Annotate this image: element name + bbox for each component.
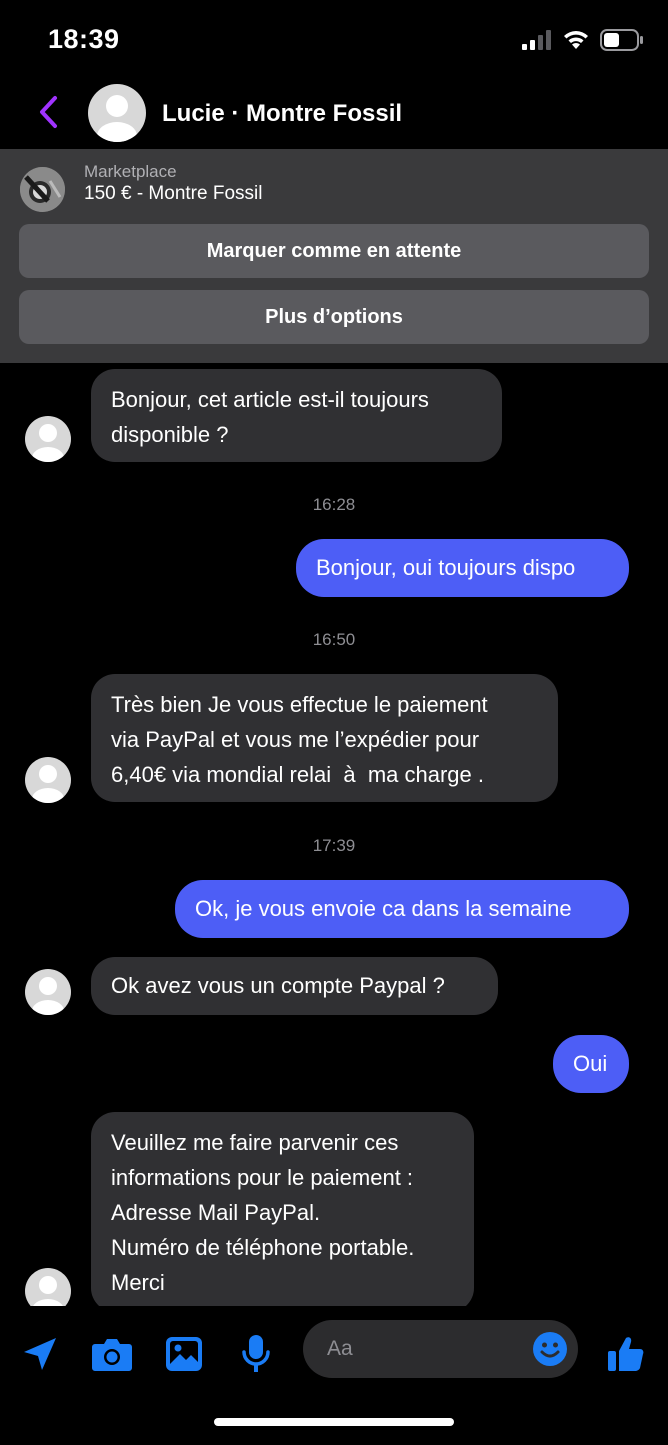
battery-icon (600, 29, 643, 51)
timestamp: 16:28 (312, 495, 356, 514)
home-indicator[interactable] (214, 1418, 454, 1426)
incoming-message[interactable]: Bonjour, cet article est-il toujours dis… (91, 369, 502, 462)
avatar-placeholder-icon (32, 424, 64, 462)
mark-pending-button[interactable]: Marquer comme en attente (19, 224, 649, 278)
conversation-title[interactable]: Lucie · Montre Fossil (162, 100, 402, 128)
status-time: 18:39 (48, 24, 120, 54)
outgoing-message[interactable]: Ok, je vous envoie ca dans la semaine (175, 880, 629, 938)
message-line: Ok avez vous un compte Paypal ? (111, 973, 445, 998)
message-line: Merci (111, 1270, 165, 1295)
gallery-icon (166, 1337, 202, 1371)
chevron-left-icon (40, 96, 57, 128)
like-button[interactable] (602, 1330, 650, 1378)
outgoing-message[interactable]: Oui (553, 1035, 629, 1093)
incoming-message[interactable]: Veuillez me faire parvenir ces informati… (91, 1112, 474, 1306)
avatar-placeholder-icon (33, 1276, 63, 1306)
more-options-button[interactable]: Plus d’options (19, 290, 649, 344)
incoming-message[interactable]: Très bien Je vous effectue le paiement v… (91, 674, 558, 802)
message-line: 6,40€ via mondial relai à ma charge . (111, 762, 484, 787)
incoming-message[interactable]: Ok avez vous un compte Paypal ? (91, 957, 498, 1015)
emoji-icon (533, 1332, 567, 1366)
contact-avatar (25, 1268, 71, 1306)
message-line: Très bien Je vous effectue le paiement (111, 692, 488, 717)
message-line: Oui (573, 1051, 608, 1076)
emoji-button[interactable] (532, 1331, 568, 1367)
contact-avatar (25, 757, 71, 803)
avatar[interactable] (88, 84, 146, 142)
product-thumbnail[interactable] (20, 167, 65, 212)
back-button[interactable] (28, 90, 68, 134)
voice-message-button[interactable] (232, 1330, 280, 1378)
timestamp: 17:39 (312, 836, 356, 855)
message-input[interactable] (327, 1320, 527, 1378)
message-thread: Bonjour, cet article est-il toujours dis… (0, 363, 668, 1306)
message-line: via PayPal et vous me l’expédier pour (111, 727, 480, 752)
avatar-placeholder-icon (97, 95, 137, 142)
camera-icon (92, 1339, 132, 1371)
send-location-icon (24, 1338, 56, 1370)
gallery-button[interactable] (160, 1330, 208, 1378)
outgoing-message[interactable]: Bonjour, oui toujours dispo (296, 539, 629, 597)
thumbs-up-icon (608, 1337, 644, 1371)
listing-title[interactable]: 150 € - Montre Fossil (84, 183, 262, 205)
contact-avatar (25, 416, 71, 462)
contact-avatar (25, 969, 71, 1015)
marketplace-panel: Marketplace 150 € - Montre Fossil Marque… (0, 149, 668, 363)
cellular-signal-icon (522, 30, 551, 50)
timestamp: 16:50 (312, 630, 356, 649)
message-line: Bonjour, cet article est-il toujours (111, 387, 429, 412)
microphone-icon (242, 1335, 270, 1372)
conversation-header: Lucie · Montre Fossil (0, 80, 668, 148)
message-line: Bonjour, oui toujours dispo (316, 555, 576, 580)
message-line: disponible ? (111, 422, 229, 447)
message-line: Veuillez me faire parvenir ces (111, 1130, 399, 1155)
avatar-placeholder-icon (32, 765, 64, 803)
marketplace-label: Marketplace (84, 162, 177, 181)
send-location-button[interactable] (16, 1330, 64, 1378)
wifi-icon (564, 31, 588, 49)
status-icons (522, 26, 644, 54)
message-input-wrapper[interactable] (303, 1320, 578, 1378)
watch-thumbnail-icon (20, 167, 65, 212)
message-line: Ok, je vous envoie ca dans la semaine (195, 896, 572, 921)
status-bar: 18:39 (0, 0, 668, 80)
message-line: Adresse Mail PayPal. (111, 1200, 321, 1225)
avatar-placeholder-icon (32, 977, 64, 1015)
message-line: Numéro de téléphone portable. (111, 1235, 415, 1260)
camera-button[interactable] (88, 1330, 136, 1378)
message-line: informations pour le paiement : (111, 1165, 414, 1190)
